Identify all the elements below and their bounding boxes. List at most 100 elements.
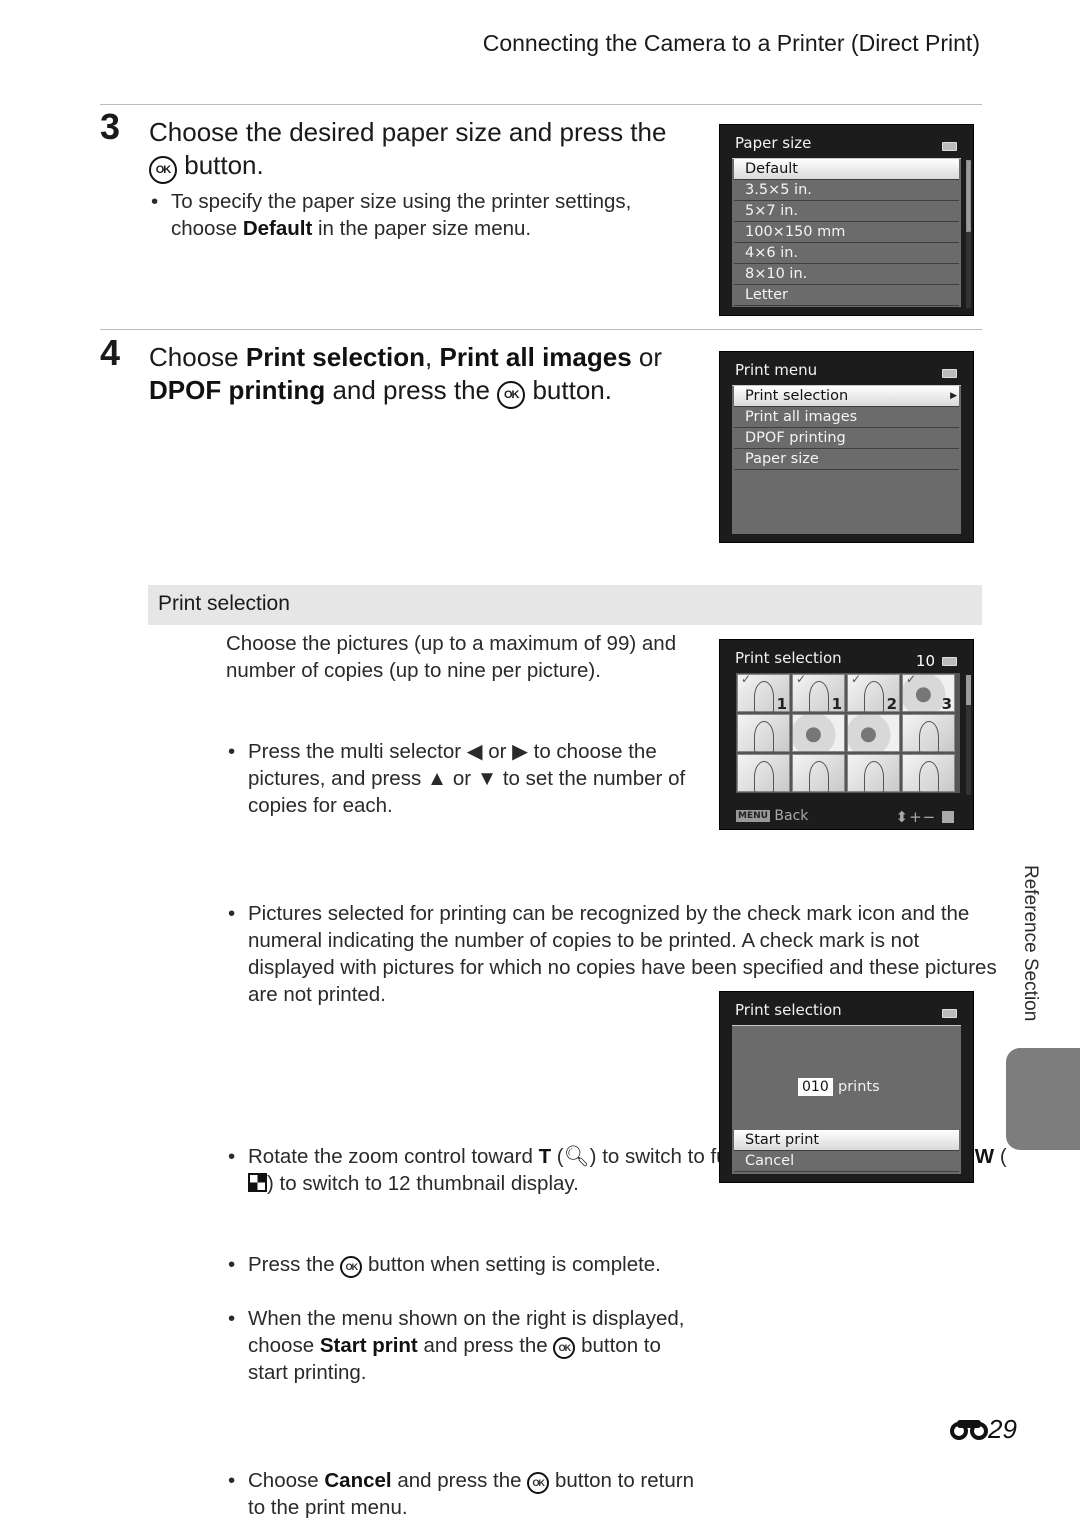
ok-button-icon: OK: [340, 1256, 363, 1278]
menu-item-label: Letter: [745, 287, 788, 303]
thumbnail[interactable]: [737, 714, 790, 753]
text: Press the multi selector: [248, 740, 462, 763]
binoculars-icon: [950, 1416, 988, 1447]
ok-button-icon: OK: [527, 1472, 550, 1494]
thumbnail[interactable]: ✓ 1: [737, 672, 790, 713]
copies-control-icons: ⬍+−: [896, 808, 954, 826]
thumbnail-grid: ✓ 1 ✓ 1 ✓ 2 ✓ 3: [736, 672, 960, 793]
scrollbar[interactable]: [966, 675, 971, 795]
menu-item[interactable]: Start print: [734, 1130, 959, 1151]
ok-button-icon: OK: [497, 381, 526, 409]
text: ,: [425, 342, 433, 372]
menu-item[interactable]: 5×7 in.: [734, 201, 959, 222]
side-tab[interactable]: [1006, 1048, 1080, 1150]
left-arrow-icon: ◀: [466, 740, 483, 763]
copies-count: 1: [831, 695, 842, 713]
screen-title: Paper size: [735, 134, 812, 152]
menu-item[interactable]: Default: [734, 159, 959, 180]
menu-item[interactable]: DPOF printing: [734, 428, 959, 449]
bullet-note: To specify the paper size using the prin…: [149, 188, 691, 242]
camera-screen-start-print: Print selection 010 prints Start print Ca…: [719, 991, 974, 1183]
thumbnail[interactable]: ✓ 2: [847, 672, 900, 713]
menu-item[interactable]: Letter: [734, 285, 959, 306]
text: and press the: [332, 375, 490, 405]
bold-text: Print all images: [439, 342, 632, 372]
bold-text: Start print: [319, 1334, 418, 1357]
menu-key-icon: MENU: [736, 810, 770, 822]
text: button when setting is complete.: [368, 1253, 661, 1276]
text: to switch to 12 thumbnail display.: [279, 1172, 579, 1195]
prints-label: prints: [838, 1079, 880, 1095]
thumbnail[interactable]: [737, 754, 790, 793]
text: Rotate the zoom control toward: [248, 1145, 533, 1168]
ok-button-icon: OK: [149, 156, 177, 184]
text: in the paper size menu.: [318, 217, 532, 240]
menu-item[interactable]: Cancel: [734, 1151, 959, 1172]
check-mark-icon: ✓: [906, 672, 917, 686]
thumbnail[interactable]: [847, 754, 900, 793]
menu-item[interactable]: Print all images: [734, 407, 959, 428]
menu-item-label: 3.5×5 in.: [745, 182, 812, 198]
menu-item[interactable]: 3.5×5 in.: [734, 180, 959, 201]
thumbnail-icon: [248, 1173, 267, 1192]
scrollbar-thumb[interactable]: [966, 160, 971, 232]
running-header: Connecting the Camera to a Printer (Dire…: [482, 30, 980, 56]
heading-text: button.: [184, 150, 264, 180]
step-heading: Choose the desired paper size and press …: [149, 116, 694, 184]
menu-item-label: Start print: [745, 1132, 820, 1148]
print-count: 10: [915, 652, 935, 670]
text: or: [452, 767, 472, 790]
confirm-menu: Start print Cancel: [732, 1130, 961, 1172]
thumbnail[interactable]: [792, 754, 845, 793]
menu-item-label: DPOF printing: [745, 430, 846, 446]
thumbnail[interactable]: [792, 714, 845, 752]
bottom-bar: MENU Back ⬍+−: [736, 808, 958, 826]
menu-item[interactable]: 8×10 in.: [734, 264, 959, 285]
thumbnail[interactable]: [902, 714, 955, 753]
divider: [100, 104, 982, 105]
copies-count: 2: [886, 695, 897, 713]
scrollbar-thumb[interactable]: [966, 675, 971, 705]
battery-icon: [942, 1009, 957, 1018]
divider: [100, 329, 982, 330]
prints-value[interactable]: 010: [798, 1078, 833, 1096]
scrollbar[interactable]: [966, 160, 971, 308]
bold-text: Cancel: [324, 1469, 392, 1492]
step-number: 4: [100, 332, 121, 373]
menu-item[interactable]: Print selection ▶: [734, 386, 959, 407]
menu-item[interactable]: 4×6 in.: [734, 243, 959, 264]
back-label[interactable]: Back: [774, 808, 808, 824]
menu-item[interactable]: 100×150 mm: [734, 222, 959, 243]
down-arrow-icon: ▼: [476, 767, 498, 790]
battery-icon: [942, 657, 957, 666]
text: and press the: [423, 1334, 548, 1357]
menu-item-label: Default: [745, 161, 798, 177]
confirm-panel: 010 prints Start print Cancel: [732, 1025, 961, 1174]
copies-count: 3: [941, 695, 952, 713]
bold-text: DPOF printing: [149, 375, 326, 405]
thumbnail[interactable]: ✓ 3: [902, 672, 955, 713]
text: Press the: [248, 1253, 335, 1276]
text: button.: [532, 375, 612, 405]
section-title: Print selection: [158, 592, 290, 615]
text: and press the: [397, 1469, 522, 1492]
menu-item[interactable]: Paper size: [734, 449, 959, 470]
menu-list: Default 3.5×5 in. 5×7 in. 100×150 mm 4×6 in.…: [732, 158, 961, 307]
copies-count: 1: [776, 695, 787, 713]
page-number-text: 29: [988, 1414, 1017, 1444]
menu-item-label: 4×6 in.: [745, 245, 799, 261]
thumbnail[interactable]: [902, 754, 955, 793]
step-heading: Choose Print selection, Print all images…: [149, 341, 694, 409]
menu-item-label: Print selection: [745, 388, 849, 404]
text: or: [638, 342, 663, 372]
bold-text: Print selection: [245, 342, 426, 372]
bullet-multi-selector: Press the multi selector ◀ or ▶ to choos…: [226, 738, 718, 819]
thumbnail[interactable]: [847, 714, 900, 752]
camera-screen-paper-size: Paper size Default 3.5×5 in. 5×7 in. 100×15…: [719, 124, 974, 316]
menu-item-label: 100×150 mm: [745, 224, 846, 240]
thumbnail[interactable]: ✓ 1: [792, 672, 845, 713]
bold-text: Default: [242, 217, 313, 240]
text: Choose: [248, 1469, 319, 1492]
menu-item-label: 8×10 in.: [745, 266, 808, 282]
side-tab-label: Reference Section: [1020, 865, 1041, 1022]
